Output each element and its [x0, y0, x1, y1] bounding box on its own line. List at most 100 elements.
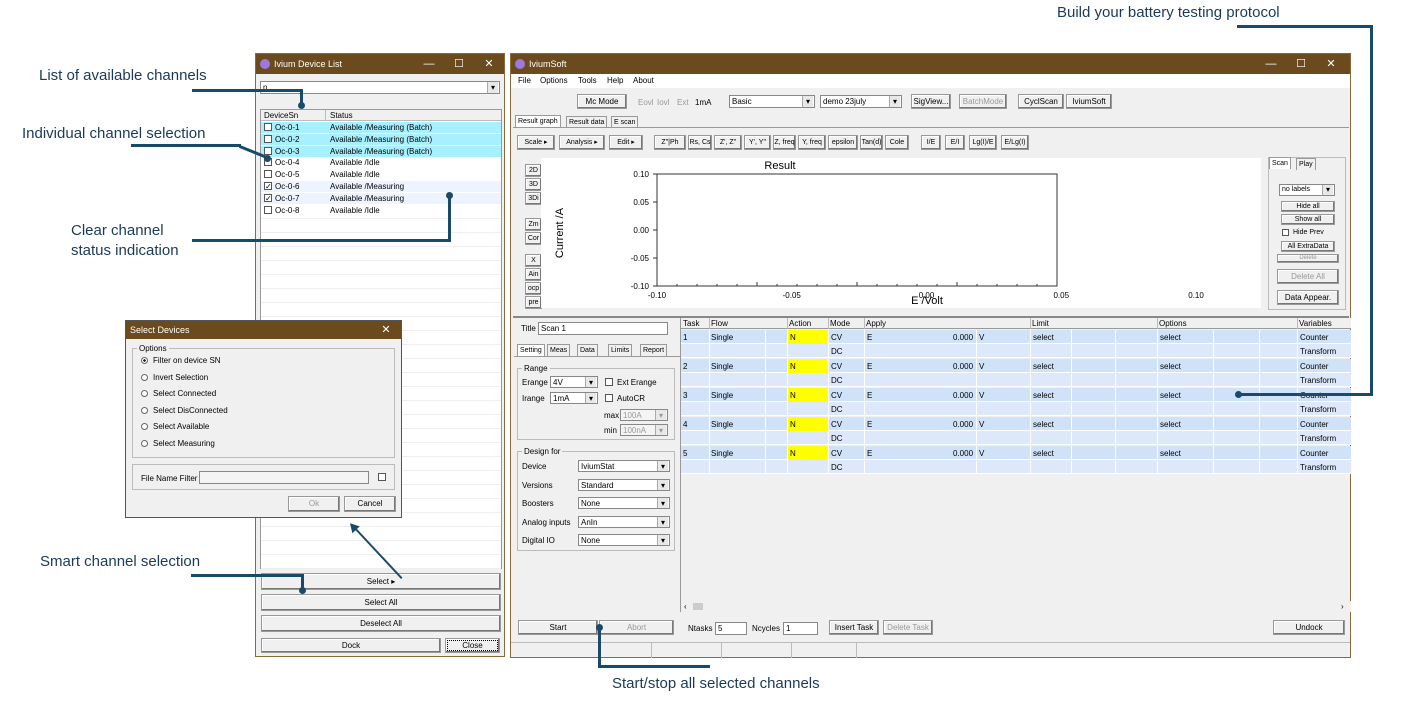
task-limit[interactable]: select: [1033, 333, 1054, 342]
task-apply-value[interactable]: 0.000: [953, 333, 973, 342]
mc-mode-button[interactable]: Mc Mode: [577, 94, 627, 109]
task-variables-sub[interactable]: Transform: [1300, 347, 1336, 356]
task-variables-sub[interactable]: Transform: [1300, 434, 1336, 443]
device-row[interactable]: Oc-0-8 Available /Idle: [261, 204, 501, 216]
device-row[interactable]: ✓ Oc-0-7 Available /Measuring: [261, 192, 501, 204]
task-options[interactable]: select: [1160, 420, 1181, 429]
device-row-checkbox[interactable]: [264, 205, 272, 214]
graph-tool-button[interactable]: Analysis ▸: [559, 135, 605, 150]
device-row-checkbox[interactable]: ✓: [264, 193, 272, 202]
show-all-button[interactable]: Show all: [1281, 214, 1335, 225]
deselect-all-button[interactable]: Deselect All: [261, 615, 501, 632]
task-variables-sub[interactable]: Transform: [1300, 463, 1336, 472]
task-mode-sub[interactable]: DC: [831, 347, 843, 356]
graph-tool-button[interactable]: E/Lg(I): [1001, 135, 1029, 150]
ncycles-spinner[interactable]: 1: [783, 622, 818, 635]
task-apply-value[interactable]: 0.000: [953, 449, 973, 458]
device-row-checkbox[interactable]: [264, 123, 272, 131]
graph-tool-button[interactable]: E/I: [945, 135, 965, 150]
hide-prev-checkbox[interactable]: [1282, 229, 1289, 236]
task-apply[interactable]: E: [867, 333, 872, 342]
task-mode[interactable]: CV: [831, 420, 842, 429]
task-apply[interactable]: E: [867, 449, 872, 458]
dock-button[interactable]: Dock: [261, 638, 441, 653]
cancel-button[interactable]: Cancel: [344, 496, 396, 512]
design-row-select[interactable]: AnIn: [578, 515, 670, 528]
option-radio[interactable]: [141, 357, 148, 364]
design-row-select[interactable]: None: [578, 497, 670, 509]
task-action[interactable]: N: [790, 420, 796, 429]
insert-task-button[interactable]: Insert Task: [829, 620, 879, 635]
task-row[interactable]: [681, 446, 1351, 460]
task-apply-value[interactable]: 0.000: [953, 420, 973, 429]
graph-tool-button[interactable]: Y', Y": [744, 135, 771, 150]
task-mode[interactable]: CV: [831, 362, 842, 371]
graph-side-button[interactable]: 2D: [525, 164, 542, 177]
task-row[interactable]: [681, 359, 1351, 373]
graph-side-button[interactable]: pre: [525, 296, 542, 309]
task-mode[interactable]: CV: [831, 333, 842, 342]
task-flow[interactable]: Single: [711, 333, 733, 342]
file-filter-checkbox[interactable]: [378, 473, 386, 481]
start-button[interactable]: Start: [518, 620, 598, 635]
task-variables-sub[interactable]: Transform: [1300, 405, 1336, 414]
option-radio[interactable]: [141, 390, 148, 397]
tab-play[interactable]: Play: [1296, 158, 1316, 170]
batchmode-button[interactable]: BatchMode: [959, 94, 1007, 109]
scan-title-input[interactable]: Scan 1: [538, 322, 668, 335]
task-mode-sub[interactable]: DC: [831, 434, 843, 443]
irange-select[interactable]: 1mA: [550, 392, 598, 404]
menu-about[interactable]: About: [633, 76, 654, 85]
device-row[interactable]: Oc-0-5 Available /Idle: [261, 169, 501, 181]
task-row-sub[interactable]: [681, 373, 1351, 387]
device-row[interactable]: Oc-0-1 Available /Measuring (Batch): [261, 122, 501, 133]
autocr-checkbox[interactable]: [605, 394, 613, 402]
delete-all-button[interactable]: Delete All: [1277, 269, 1339, 284]
menu-help[interactable]: Help: [607, 76, 623, 85]
graph-tool-button[interactable]: epsilon: [828, 135, 858, 150]
tab-scan[interactable]: Scan: [1269, 157, 1291, 169]
design-row-select[interactable]: None: [578, 534, 670, 546]
close-button[interactable]: Close: [445, 638, 500, 653]
task-row-sub[interactable]: [681, 344, 1351, 358]
task-flow[interactable]: Single: [711, 449, 733, 458]
task-apply[interactable]: E: [867, 420, 872, 429]
horizontal-scrollbar[interactable]: ‹ ›: [681, 601, 1351, 612]
menu-file[interactable]: File: [518, 76, 531, 85]
graph-side-button[interactable]: 3Di: [525, 192, 542, 205]
menu-options[interactable]: Options: [540, 76, 568, 85]
mode-select[interactable]: Basic: [729, 95, 815, 108]
task-apply[interactable]: E: [867, 362, 872, 371]
settings-tab[interactable]: Setting: [517, 344, 545, 356]
delete-button[interactable]: Delete: [1277, 254, 1339, 263]
graph-tool-button[interactable]: Z, freq: [773, 135, 796, 150]
tab-result-graph[interactable]: Result graph: [515, 115, 561, 127]
device-row-checkbox[interactable]: [264, 170, 272, 179]
scroll-thumb[interactable]: [693, 603, 703, 610]
graph-tool-button[interactable]: Y, freq: [798, 135, 826, 150]
graph-tool-button[interactable]: I/E: [921, 135, 941, 150]
file-filter-input[interactable]: [199, 471, 369, 484]
option-radio[interactable]: [141, 406, 148, 414]
device-row[interactable]: Oc-0-3 Available /Measuring (Batch): [261, 145, 501, 157]
task-limit[interactable]: select: [1033, 449, 1054, 458]
settings-tab[interactable]: Limits: [608, 344, 633, 356]
graph-tool-button[interactable]: Cole: [885, 135, 909, 150]
graph-tool-button[interactable]: Lg(I)/E: [969, 135, 997, 150]
data-appear-button[interactable]: Data Appear.: [1277, 290, 1339, 305]
maximize-icon[interactable]: ☐: [1286, 54, 1316, 74]
menu-tools[interactable]: Tools: [578, 76, 597, 85]
iviumsoft-button[interactable]: IviumSoft: [1066, 94, 1112, 109]
task-mode[interactable]: CV: [831, 391, 842, 400]
task-action[interactable]: N: [790, 391, 796, 400]
graph-tool-button[interactable]: Z', Z": [714, 135, 742, 150]
task-row[interactable]: [681, 417, 1351, 431]
graph-side-button[interactable]: ocp: [525, 282, 542, 295]
graph-side-button[interactable]: Ain: [525, 268, 542, 281]
max-range-select[interactable]: 100A: [620, 409, 668, 421]
task-mode-sub[interactable]: DC: [831, 405, 843, 414]
task-mode[interactable]: CV: [831, 449, 842, 458]
column-header-devicesn[interactable]: DeviceSn: [264, 111, 298, 120]
task-variables[interactable]: Counter: [1300, 420, 1328, 429]
task-limit[interactable]: select: [1033, 362, 1054, 371]
